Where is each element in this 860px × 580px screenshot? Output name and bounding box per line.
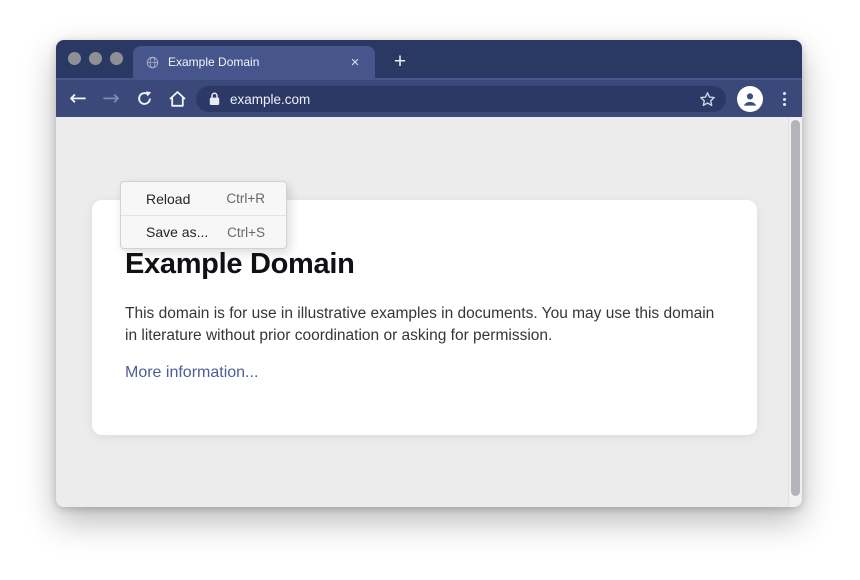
reload-button[interactable] [129, 84, 159, 114]
zoom-window-button[interactable] [110, 52, 123, 65]
scrollbar-track[interactable] [788, 117, 802, 507]
menu-item-shortcut: Ctrl+R [226, 191, 265, 206]
browser-window: Example Domain × + ← → [56, 40, 802, 507]
navigation-toolbar: ← → example.com [56, 78, 802, 117]
body-text: This domain is for use in illustrative e… [125, 303, 717, 347]
context-menu-item-save-as[interactable]: Save as... Ctrl+S [121, 215, 286, 248]
lock-icon [209, 92, 220, 106]
tab-close-icon[interactable]: × [347, 55, 363, 70]
bookmark-star-icon[interactable] [699, 91, 716, 108]
browser-menu-button[interactable] [778, 89, 790, 109]
back-button[interactable]: ← [63, 84, 93, 114]
new-tab-button[interactable]: + [386, 48, 414, 76]
menu-item-label: Save as... [146, 224, 208, 240]
tab-favicon-globe-icon [146, 56, 159, 69]
profile-avatar[interactable] [737, 86, 763, 112]
home-button[interactable] [162, 84, 192, 114]
scrollbar-thumb[interactable] [791, 120, 800, 496]
url-text: example.com [230, 92, 699, 107]
person-icon [741, 90, 759, 108]
menu-item-label: Reload [146, 191, 190, 207]
tab-example-domain[interactable]: Example Domain × [133, 46, 375, 78]
tab-title: Example Domain [168, 55, 347, 69]
kebab-menu-icon [783, 92, 786, 95]
page-title: Example Domain [125, 248, 757, 281]
menu-item-shortcut: Ctrl+S [227, 225, 265, 240]
back-arrow-icon: ← [69, 88, 87, 109]
context-menu-item-reload[interactable]: Reload Ctrl+R [121, 182, 286, 215]
reload-icon [136, 90, 153, 107]
page-viewport: Example Domain This domain is for use in… [56, 117, 802, 507]
close-window-button[interactable] [68, 52, 81, 65]
home-icon [168, 90, 187, 108]
forward-button[interactable]: → [96, 84, 126, 114]
address-bar[interactable]: example.com [196, 86, 726, 112]
minimize-window-button[interactable] [89, 52, 102, 65]
titlebar: Example Domain × + [56, 40, 802, 78]
forward-arrow-icon: → [102, 88, 120, 109]
context-menu: Reload Ctrl+R Save as... Ctrl+S [120, 181, 287, 249]
more-information-link[interactable]: More information... [125, 364, 258, 382]
